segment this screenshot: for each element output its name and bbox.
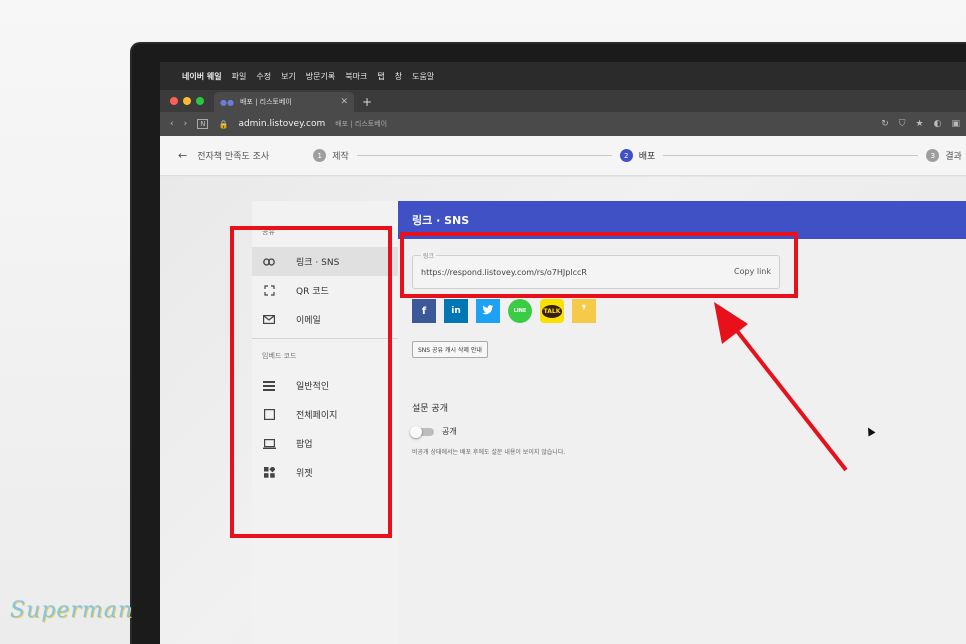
page-header: ← 전자책 만족도 조사 1 제작 2 배포 3 결과 xyxy=(160,136,966,176)
camera-icon[interactable]: ▣ xyxy=(951,119,960,129)
url-page-title: 배포 | 리스토베이 xyxy=(335,120,388,128)
browser-tab[interactable]: ●● 배포 | 리스토베이 ✕ xyxy=(214,92,354,112)
menu-view[interactable]: 보기 xyxy=(281,71,296,82)
sns-share-buttons: f in LINE TALK ❜ xyxy=(412,299,596,323)
line-icon: LINE xyxy=(513,308,527,314)
step-3[interactable]: 3 결과 xyxy=(926,149,962,162)
menu-history[interactable]: 방문기록 xyxy=(306,71,335,82)
step-label: 배포 xyxy=(638,152,656,162)
step-number: 1 xyxy=(313,149,327,162)
mouse-cursor-icon xyxy=(864,425,876,437)
kakaotalk-share-button[interactable]: TALK xyxy=(540,299,564,323)
publish-toggle-row: 공개 xyxy=(410,425,457,438)
facebook-icon: f xyxy=(421,305,427,317)
tab-strip: ●● 배포 | 리스토베이 ✕ + xyxy=(160,90,966,112)
menu-app[interactable]: 네이버 웨일 xyxy=(182,71,222,82)
favicon-icon: ●● xyxy=(220,97,234,107)
survey-title: 전자책 만족도 조사 xyxy=(197,152,270,162)
facebook-share-button[interactable]: f xyxy=(412,299,436,323)
forward-nav-icon[interactable]: › xyxy=(184,119,188,129)
linkedin-share-button[interactable]: in xyxy=(444,299,468,323)
url-text[interactable]: admin.listovey.com xyxy=(238,119,325,129)
step-label: 결과 xyxy=(945,152,962,162)
new-tab-button[interactable]: + xyxy=(354,95,380,112)
star-icon[interactable]: ★ xyxy=(916,119,924,129)
close-window-button[interactable] xyxy=(170,97,178,105)
step-divider xyxy=(663,155,919,156)
step-number: 3 xyxy=(926,149,940,162)
minimize-window-button[interactable] xyxy=(183,97,191,105)
sns-cache-guide-button[interactable]: SNS 공유 캐시 삭제 안내 xyxy=(412,341,488,358)
shield-icon[interactable]: ⛉ xyxy=(899,119,906,129)
toolbar-right: ↻ ⛉ ★ ◐ ▣ xyxy=(881,119,966,129)
menu-file[interactable]: 파일 xyxy=(232,71,247,82)
reload-icon[interactable]: ↻ xyxy=(881,119,889,129)
menu-window[interactable]: 창 xyxy=(395,71,402,82)
publish-toggle[interactable] xyxy=(410,425,434,438)
menu-edit[interactable]: 수정 xyxy=(256,71,271,82)
menubar: 네이버 웨일 파일 수정 보기 방문기록 북마크 탭 창 도움말 xyxy=(160,62,966,90)
line-share-button[interactable]: LINE xyxy=(508,299,532,323)
publish-section-title: 설문 공개 xyxy=(412,404,448,414)
step-number: 2 xyxy=(619,149,633,162)
kakaostory-share-button[interactable]: ❜ xyxy=(572,299,596,323)
menu-tab[interactable]: 탭 xyxy=(377,71,384,82)
back-nav-icon[interactable]: ‹ xyxy=(170,119,174,129)
window-controls xyxy=(160,97,214,112)
close-tab-icon[interactable]: ✕ xyxy=(340,97,348,107)
kakaotalk-icon: TALK xyxy=(541,304,563,318)
naver-icon[interactable]: N xyxy=(197,119,209,129)
twitter-icon xyxy=(482,304,494,318)
address-bar: ‹ › N 🔒 admin.listovey.com 배포 | 리스토베이 ↻ … xyxy=(160,112,966,136)
linkedin-icon: in xyxy=(451,306,461,316)
kakaostory-icon: ❜ xyxy=(581,303,587,319)
step-divider xyxy=(356,155,612,156)
publish-hint: 비공개 상태에서는 배포 후에도 설문 내용이 보이지 않습니다. xyxy=(412,449,566,456)
zoom-window-button[interactable] xyxy=(196,97,204,105)
superman-watermark: Superman xyxy=(10,598,134,623)
publish-toggle-label: 공개 xyxy=(442,427,457,436)
sidebar-highlight-box xyxy=(230,226,392,538)
lock-icon: 🔒 xyxy=(218,119,229,129)
twitter-share-button[interactable] xyxy=(476,299,500,323)
extension-icon[interactable]: ◐ xyxy=(934,119,942,129)
step-2[interactable]: 2 배포 xyxy=(619,149,656,162)
menu-bookmarks[interactable]: 북마크 xyxy=(345,71,367,82)
back-arrow-icon[interactable]: ← xyxy=(160,149,197,162)
step-label: 제작 xyxy=(332,152,349,162)
link-highlight-box xyxy=(400,232,798,298)
menu-help[interactable]: 도움말 xyxy=(412,71,434,82)
step-1[interactable]: 1 제작 xyxy=(313,149,349,162)
tab-title: 배포 | 리스토베이 xyxy=(239,98,292,106)
red-arrow-icon xyxy=(714,302,848,472)
